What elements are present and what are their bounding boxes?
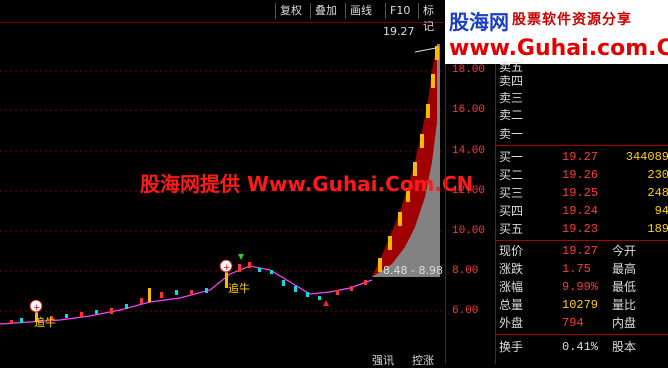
logo-brand: 股海网 [449,10,509,34]
buy-row-1: 买一 19.27 344089 [499,150,668,164]
svg-text:+: + [223,263,231,273]
sell-row-4: 卖四 [499,74,524,88]
bottom-tag: 强讯 [372,354,394,367]
buy-row-3: 买三 19.25 248 [499,186,668,200]
up-arrow-icon [323,300,329,306]
peak-leader [414,47,437,53]
sell-row-3: 卖三 [499,91,524,105]
chart-toolbar: 复权 叠加 画线 F10 标记 [0,0,445,33]
quote-panel: 卖五 卖四 卖三 卖二 卖一 买一 19.27 344089 买二 19.26 230 … [495,60,668,364]
signal-tag: 追牛 [228,282,250,295]
gold-candle [431,74,435,88]
sell-row-1: 卖一 [499,127,524,141]
down-arrow-icon [238,254,244,260]
divider [496,334,668,335]
stat-row: 现价 19.27 今开 [499,244,637,258]
axis-label: 16.00 [452,104,486,116]
buy-row-5: 买五 19.23 189 [499,222,668,236]
f10-button[interactable]: F10 [385,3,414,19]
candles [10,262,367,324]
sell-row-2: 卖二 [499,108,524,122]
gold-candle [388,236,392,250]
bottom-tag: 控涨 [412,354,434,367]
stat-row: 涨跌 1.75 最高 [499,262,637,276]
guhai-logo: 股海网 股票软件资源分享 www.Guhai.com.CN [445,0,668,64]
gold-candle [378,258,382,272]
stat-row: 换手 0.41% 股本 [499,340,637,354]
fuquan-button[interactable]: 复权 [275,3,306,19]
stat-row: 涨幅 9.99% 最低 [499,280,637,294]
logo-slogan: 股票软件资源分享 [512,12,632,28]
axis-label: 18.00 [452,64,486,76]
axis-label: 14.00 [452,145,486,157]
axis-label: 12.00 [452,185,486,197]
axis-label: 10.00 [452,225,486,237]
svg-text:+: + [33,303,41,313]
range-label: 8.48 - 8.98 [383,264,443,277]
gold-candle [398,212,402,226]
watermark-text: 股海网提供 Www.Guhai.Com.CN [140,172,474,196]
divider [496,240,668,241]
signal-tag: 追牛 [34,316,56,329]
buy-row-4: 买四 19.24 94 [499,204,668,218]
mark-button[interactable]: 标记 [418,3,445,33]
stat-row: 总量 10279 量比 [499,298,637,312]
price-axis: 18.00 16.00 14.00 12.00 10.00 8.00 6.00 [445,64,496,364]
overlay-button[interactable]: 叠加 [310,3,341,19]
axis-label: 6.00 [452,305,479,317]
gold-candle [420,134,424,148]
axis-label: 8.00 [452,265,479,277]
gold-candle [426,104,430,118]
draw-line-button[interactable]: 画线 [345,3,376,19]
buy-row-2: 买二 19.26 230 [499,168,668,182]
divider [496,145,668,146]
stat-row: 外盘 794 内盘 [499,316,637,330]
peak-price-label: 19.27 [383,25,415,38]
